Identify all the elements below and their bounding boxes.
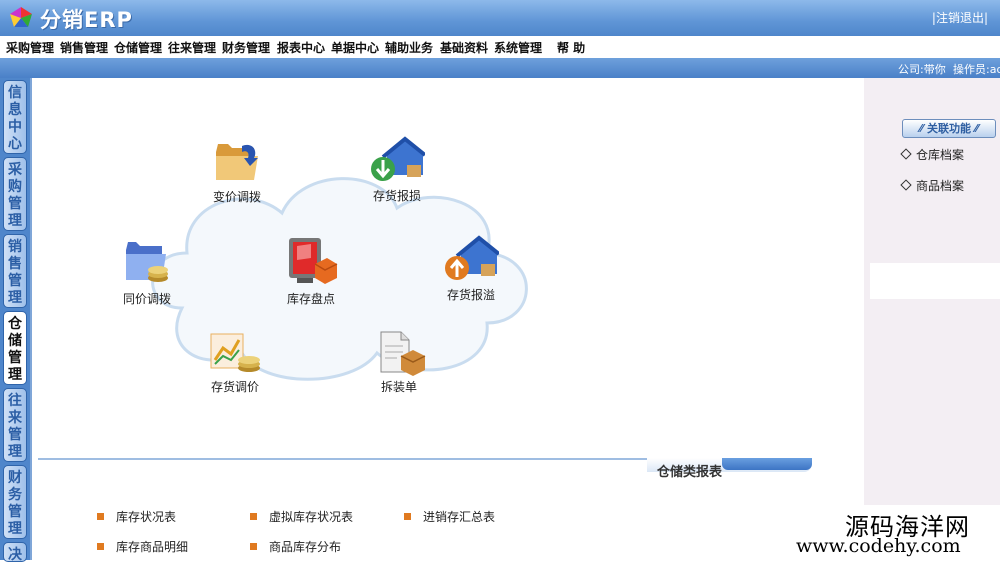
stock-overflow-function[interactable]: 存货报溢 — [426, 234, 516, 303]
blank-area — [870, 263, 1000, 299]
watermark-url: www.codehy.com — [796, 535, 961, 557]
side-tab-accounts[interactable]: 往来管理 — [3, 388, 27, 462]
stock-loss-label: 存货报损 — [372, 189, 421, 203]
side-tab-info-center[interactable]: 信息中心 — [3, 80, 27, 154]
menu-system[interactable]: 系统管理 — [494, 39, 542, 56]
disassembly-label: 拆装单 — [380, 380, 417, 394]
bullet-icon — [97, 543, 104, 550]
info-bar: 公司:带你 操作员:ad — [0, 58, 1000, 78]
side-tab-finance[interactable]: 财务管理 — [3, 465, 27, 539]
menu-warehouse[interactable]: 仓储管理 — [114, 39, 162, 56]
operator-label: 操作员:ad — [953, 63, 1000, 76]
related-panel: ⁄⁄ 关联功能 ⁄⁄ 仓库档案 商品档案 — [864, 78, 1000, 560]
bullet-icon — [250, 513, 257, 520]
inventory-count-function[interactable]: 库存盘点 — [266, 234, 356, 307]
logout-link[interactable]: |注销退出| — [932, 9, 988, 26]
inventory-count-label: 库存盘点 — [286, 292, 335, 306]
menu-sales[interactable]: 销售管理 — [60, 39, 108, 56]
stock-price-adjust-function[interactable]: 存货调价 — [190, 328, 280, 395]
menu-basic-data[interactable]: 基础资料 — [440, 39, 488, 56]
stock-price-adjust-label: 存货调价 — [210, 380, 259, 394]
report-link-stock-status[interactable]: 库存状况表 — [97, 508, 176, 525]
app-logo-icon — [10, 7, 32, 27]
side-tab-decision[interactable]: 决 — [3, 542, 27, 563]
menu-report-center[interactable]: 报表中心 — [277, 39, 325, 56]
menu-auxiliary[interactable]: 辅助业务 — [385, 39, 433, 56]
folder-arrow-icon — [216, 144, 258, 180]
app-title: 分销ERP — [40, 8, 133, 32]
same-price-transfer-label: 同价调拨 — [122, 292, 171, 306]
related-link-product-file[interactable]: 商品档案 — [900, 177, 964, 194]
report-section-title: 仓储类报表 — [657, 465, 723, 480]
folder-coins-icon — [126, 242, 168, 282]
related-link-warehouse-file[interactable]: 仓库档案 — [900, 146, 964, 163]
stock-overflow-label: 存货报溢 — [446, 288, 495, 302]
document-box-icon — [380, 331, 426, 376]
price-transfer-function[interactable]: 变价调拨 — [192, 138, 282, 205]
report-link-summary[interactable]: 进销存汇总表 — [404, 508, 495, 525]
same-price-transfer-function[interactable]: 同价调拨 — [102, 238, 192, 307]
company-label: 公司:带你 — [898, 63, 946, 76]
side-tab-warehouse[interactable]: 仓储管理 — [3, 311, 27, 385]
app-header: 分销ERP |注销退出| — [0, 0, 1000, 36]
chart-coins-icon — [210, 333, 260, 372]
menu-purchase[interactable]: 采购管理 — [6, 39, 54, 56]
side-tab-sales[interactable]: 销售管理 — [3, 234, 27, 308]
stock-loss-function[interactable]: 存货报损 — [352, 135, 442, 204]
report-header-bar — [722, 458, 812, 470]
diamond-icon — [900, 148, 912, 160]
menu-document-center[interactable]: 单据中心 — [331, 39, 379, 56]
price-transfer-label: 变价调拨 — [212, 190, 261, 204]
report-link-virtual-stock[interactable]: 虚拟库存状况表 — [250, 508, 353, 525]
menu-accounts[interactable]: 往来管理 — [168, 39, 216, 56]
report-link-stock-distribution[interactable]: 商品库存分布 — [250, 538, 341, 555]
house-up-arrow-icon — [445, 235, 499, 280]
menu-help[interactable]: 帮 助 — [557, 39, 585, 56]
bullet-icon — [97, 513, 104, 520]
side-tab-purchase[interactable]: 采购管理 — [3, 157, 27, 231]
bullet-icon — [250, 543, 257, 550]
main-menu: 采购管理 销售管理 仓储管理 往来管理 财务管理 报表中心 单据中心 辅助业务 … — [0, 36, 1000, 59]
house-down-arrow-icon — [371, 136, 425, 181]
disassembly-function[interactable]: 拆装单 — [354, 328, 444, 395]
monitor-box-icon — [289, 238, 338, 284]
side-tabs: 信息中心 采购管理 销售管理 仓储管理 往来管理 财务管理 决 — [0, 78, 30, 563]
related-functions-button[interactable]: ⁄⁄ 关联功能 ⁄⁄ — [902, 119, 996, 138]
diamond-icon — [900, 179, 912, 191]
report-link-stock-detail[interactable]: 库存商品明细 — [97, 538, 188, 555]
menu-finance[interactable]: 财务管理 — [222, 39, 270, 56]
watermark: 源码海洋网 www.codehy.com — [790, 505, 1000, 560]
main-content: 变价调拨 存货报损 同价调拨 库存盘点 存货报溢 存货调价 拆装单 仓储类报表 … — [30, 78, 866, 560]
bullet-icon — [404, 513, 411, 520]
